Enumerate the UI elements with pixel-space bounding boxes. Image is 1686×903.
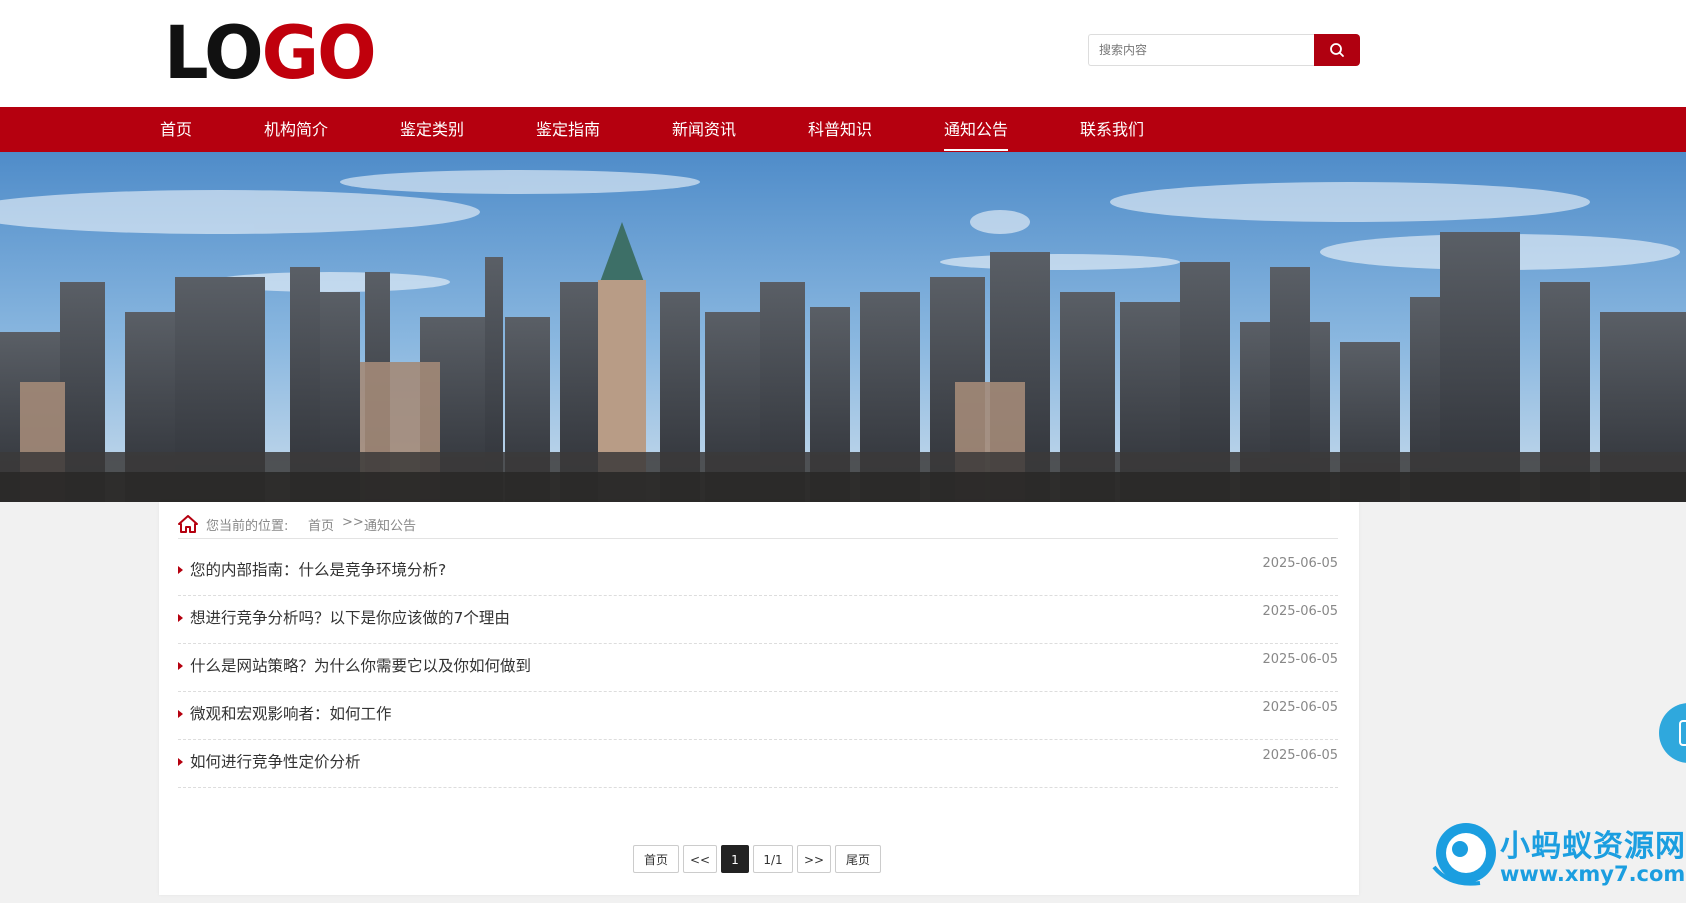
- home-icon: [178, 515, 198, 533]
- first-page-button[interactable]: 首页: [633, 845, 679, 873]
- article-title[interactable]: 您的内部指南：什么是竞争环境分析?: [190, 558, 446, 580]
- current-page[interactable]: 1: [721, 845, 749, 873]
- watermark-url: www.xmy7.com: [1500, 862, 1686, 886]
- breadcrumb-current[interactable]: 通知公告: [364, 515, 416, 534]
- phone-icon: [1679, 720, 1686, 746]
- article-date: 2025-06-05: [1262, 748, 1338, 763]
- nav-item-about[interactable]: 机构简介: [264, 107, 328, 152]
- article-title[interactable]: 想进行竞争分析吗？以下是你应该做的7个理由: [190, 606, 510, 628]
- watermark: 小蚂蚁资源网 www.xmy7.com: [1430, 815, 1686, 903]
- list-item[interactable]: 微观和宏观影响者：如何工作 2025-06-05: [178, 691, 1338, 740]
- article-date: 2025-06-05: [1262, 604, 1338, 619]
- last-page-button[interactable]: 尾页: [835, 845, 881, 873]
- article-title[interactable]: 什么是网站策略？为什么你需要它以及你如何做到: [190, 654, 531, 676]
- list-item[interactable]: 什么是网站策略？为什么你需要它以及你如何做到 2025-06-05: [178, 643, 1338, 692]
- page-count: 1/1: [753, 845, 793, 873]
- list-item[interactable]: 您的内部指南：什么是竞争环境分析? 2025-06-05: [178, 547, 1338, 596]
- watermark-title: 小蚂蚁资源网: [1500, 829, 1686, 864]
- nav-item-contact[interactable]: 联系我们: [1080, 107, 1144, 152]
- bullet-icon: [178, 710, 183, 718]
- search-box: [1088, 34, 1360, 66]
- article-date: 2025-06-05: [1262, 556, 1338, 571]
- city-skyline-image: [0, 152, 1686, 502]
- article-date: 2025-06-05: [1262, 652, 1338, 667]
- hero-banner: [0, 152, 1686, 502]
- search-icon: [1330, 43, 1344, 57]
- breadcrumb: 您当前的位置: 首页 >> 通知公告: [178, 512, 1338, 539]
- main-nav: 首页 机构简介 鉴定类别 鉴定指南 新闻资讯 科普知识 通知公告 联系我们: [0, 107, 1686, 152]
- breadcrumb-separator: >>: [342, 515, 364, 530]
- nav-item-home[interactable]: 首页: [160, 107, 192, 152]
- floating-contact-button[interactable]: [1659, 703, 1686, 763]
- article-title[interactable]: 如何进行竞争性定价分析: [190, 750, 361, 772]
- breadcrumb-prefix: 您当前的位置:: [206, 519, 289, 534]
- search-input[interactable]: [1088, 34, 1323, 66]
- logo-text-black: LO: [164, 9, 264, 97]
- ant-logo-icon: [1432, 823, 1496, 886]
- site-logo[interactable]: LO GO: [164, 9, 377, 97]
- nav-item-notices[interactable]: 通知公告: [944, 107, 1009, 152]
- list-item[interactable]: 想进行竞争分析吗？以下是你应该做的7个理由 2025-06-05: [178, 595, 1338, 644]
- bullet-icon: [178, 662, 183, 670]
- logo-text-red: GO: [261, 9, 377, 97]
- breadcrumb-home[interactable]: 首页: [308, 515, 334, 534]
- bullet-icon: [178, 758, 183, 766]
- nav-item-news[interactable]: 新闻资讯: [672, 107, 736, 152]
- nav-item-categories[interactable]: 鉴定类别: [400, 107, 464, 152]
- prev-page-button[interactable]: <<: [683, 845, 717, 873]
- bullet-icon: [178, 566, 183, 574]
- site-header: LO GO: [0, 0, 1686, 107]
- article-title[interactable]: 微观和宏观影响者：如何工作: [190, 702, 392, 724]
- next-page-button[interactable]: >>: [797, 845, 831, 873]
- article-date: 2025-06-05: [1262, 700, 1338, 715]
- search-button[interactable]: [1314, 34, 1360, 66]
- nav-item-science[interactable]: 科普知识: [808, 107, 872, 152]
- content-card: 您当前的位置: 首页 >> 通知公告 您的内部指南：什么是竞争环境分析? 202…: [159, 502, 1359, 895]
- bullet-icon: [178, 614, 183, 622]
- nav-item-guide[interactable]: 鉴定指南: [536, 107, 600, 152]
- list-item[interactable]: 如何进行竞争性定价分析 2025-06-05: [178, 739, 1338, 788]
